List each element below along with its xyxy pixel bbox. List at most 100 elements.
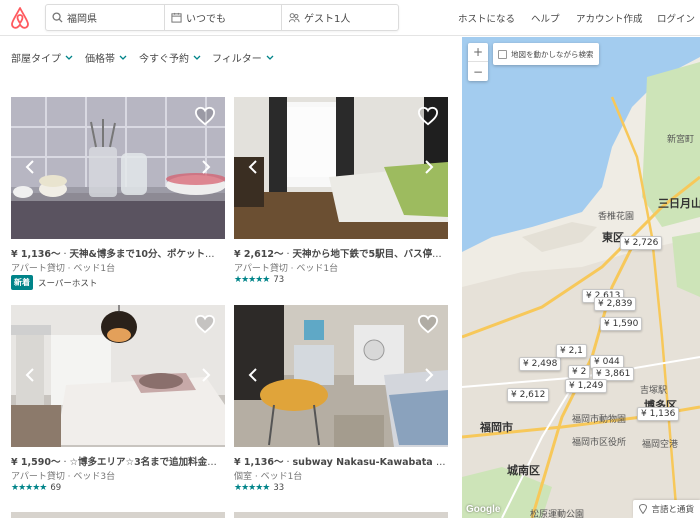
chevron-left-icon[interactable] [25,367,35,383]
listing-photo-peek[interactable] [11,512,225,518]
listing-photo[interactable] [234,305,448,447]
price-pin[interactable]: ¥ 1,590 [600,317,643,331]
search-icon [52,12,63,23]
chevron-right-icon[interactable] [201,367,211,383]
language-currency-label: 言語と通貨 [651,505,694,515]
listing-price: ¥ 1,136〜 [11,249,61,260]
listing-meta: アパート貸切 · ベッド1台 [11,264,116,274]
kitchen-photo [11,97,225,239]
become-host-link[interactable]: ホストになる [458,0,515,36]
listing-photo[interactable] [11,305,225,447]
filter-more[interactable]: フィルター [212,50,274,65]
listing-title: ☆博多エリア☆3名まで追加料金無し! [69,457,225,468]
zoom-out-button[interactable]: − [468,62,488,81]
listing-title-line: ¥ 2,612〜 · 天神から地下鉄で5駅目、バス停近く [234,246,448,260]
price-pin[interactable]: ¥ 2,839 [594,297,637,311]
map-panel[interactable]: + − 地図を動かしながら検索 新宮町 三日月山 香椎花園 東区 福岡市 博多区… [462,37,700,518]
map-label: 香椎花園 [598,212,635,222]
chevron-down-icon [119,55,127,60]
filter-label: 価格帯 [85,54,115,65]
price-pin[interactable]: ¥ 2,1 [556,344,587,358]
map-label: 松原運動公園 [530,510,585,518]
listing-price: ¥ 2,612〜 [234,249,284,260]
zoom-in-button[interactable]: + [468,43,488,62]
chevron-left-icon[interactable] [25,159,35,175]
chevron-down-icon [65,55,73,60]
filter-label: 今すぐ予約 [139,54,189,65]
chevron-left-icon[interactable] [248,367,258,383]
google-attribution: Google [466,504,501,515]
new-badge: 新着 [11,275,33,290]
chevron-right-icon[interactable] [201,159,211,175]
review-count: 69 [50,483,62,493]
location-value: 福岡県 [67,14,97,25]
price-pin[interactable]: ¥ 2,498 [519,357,562,371]
search-as-map-moves-checkbox[interactable] [498,49,507,59]
top-header: 福岡県 いつでも ゲスト1人 ホストになる ヘルプ アカウント作成 ログイン [0,0,700,36]
private-room-photo [234,305,448,447]
filter-bar: 部屋タイプ 価格帯 今すぐ予約 フィルター [0,37,462,75]
rating-stars: ★★★★★ [11,483,47,493]
filter-price[interactable]: 価格帯 [85,50,127,65]
dates-value: いつでも [186,14,226,25]
superhost-label: スーパーホスト [38,278,98,289]
zoom-controls: + − [468,43,488,81]
map-label: 福岡市区役所 [572,438,627,448]
search-bar[interactable]: 福岡県 いつでも ゲスト1人 [45,4,399,31]
listing-title-line: ¥ 1,136〜 · subway Nakasu-Kawabata 6min w… [234,454,448,468]
rating-stars: ★★★★★ [234,275,270,285]
listing-rating: ★★★★★ 33 [234,483,284,493]
guests-value: ゲスト1人 [304,14,351,25]
listing-photo[interactable] [234,97,448,239]
location-pin-icon [639,504,648,514]
chevron-left-icon[interactable] [248,159,258,175]
heart-icon[interactable] [417,314,439,334]
airbnb-logo-icon[interactable] [8,6,32,30]
listing-badges: 新着 スーパーホスト [11,275,97,290]
chevron-right-icon[interactable] [424,367,434,383]
map-label: 三日月山 [658,197,700,210]
search-as-map-moves-label: 地図を動かしながら検索 [511,49,594,59]
signup-link[interactable]: アカウント作成 [576,0,643,36]
map-label: 城南区 [507,464,540,477]
filter-label: 部屋タイプ [11,54,61,65]
map-label: 福岡市 [480,421,513,434]
dates-field[interactable]: いつでも [165,5,282,30]
chevron-right-icon[interactable] [424,159,434,175]
listing-title: subway Nakasu-Kawabata 6min walk [292,457,448,468]
listing-meta: アパート貸切 · ベッド3台 [11,472,116,482]
chevron-down-icon [193,55,201,60]
filter-label: フィルター [212,54,262,65]
price-pin[interactable]: ¥ 1,136 [637,407,680,421]
guests-field[interactable]: ゲスト1人 [282,5,398,30]
room-photo [234,97,448,239]
price-pin[interactable]: ¥ 2,612 [507,388,550,402]
price-pin[interactable]: ¥ 2,726 [620,236,663,250]
filter-instant-book[interactable]: 今すぐ予約 [139,50,201,65]
login-link[interactable]: ログイン [657,0,695,36]
listing-meta: アパート貸切 · ベッド1台 [234,264,339,274]
rating-stars: ★★★★★ [234,483,270,493]
help-link[interactable]: ヘルプ [531,0,560,36]
listing-price: ¥ 1,136〜 [234,457,284,468]
listing-title: 天神から地下鉄で5駅目、バス停近く [292,249,448,260]
listing-photo-peek[interactable] [234,512,448,518]
language-currency-button[interactable]: 言語と通貨 [633,500,700,518]
filter-room-type[interactable]: 部屋タイプ [11,50,73,65]
listing-meta: 個室 · ベッド1台 [234,472,303,482]
map-label: 福岡空港 [642,440,679,450]
price-pin[interactable]: ¥ 1,249 [565,379,608,393]
review-count: 33 [273,483,285,493]
location-search-field[interactable]: 福岡県 [46,5,165,30]
chevron-down-icon [266,55,274,60]
heart-icon[interactable] [194,314,216,334]
listing-photo[interactable] [11,97,225,239]
heart-icon[interactable] [194,106,216,126]
map-label: 吉塚駅 [640,386,668,396]
search-as-map-moves-toggle[interactable]: 地図を動かしながら検索 [493,43,599,65]
map-label: 新宮町 [667,135,695,145]
listing-price: ¥ 1,590〜 [11,457,61,468]
listing-title-line: ¥ 1,136〜 · 天神&博多まで10分、ポケットWiFi付き [11,246,225,260]
heart-icon[interactable] [417,106,439,126]
price-pin[interactable]: ¥ 2 [568,365,591,379]
